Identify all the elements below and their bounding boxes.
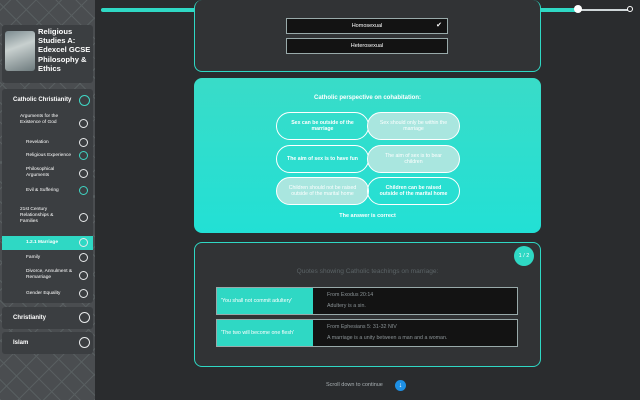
statement-pill[interactable]: Sex can be outside of the marriage bbox=[276, 112, 369, 140]
course-thumbnail bbox=[5, 31, 35, 71]
progress-circle-icon bbox=[79, 169, 88, 178]
cohabitation-panel: Catholic perspective on cohabitation: Se… bbox=[194, 78, 541, 233]
progress-circle-icon bbox=[79, 119, 88, 128]
section-islam[interactable]: Islam bbox=[2, 332, 93, 354]
progress-circle-icon bbox=[79, 151, 88, 160]
statement-pill[interactable]: Sex should only be within the marriage bbox=[367, 112, 460, 140]
progress-circle-icon bbox=[79, 238, 88, 247]
progress-end-icon bbox=[627, 6, 633, 12]
progress-circle-icon bbox=[79, 253, 88, 262]
progress-circle-icon bbox=[79, 95, 90, 106]
quote-source: From Ephesians 5: 31-32 NIV bbox=[327, 324, 397, 330]
sidebar-item-divorce[interactable]: Divorce, Annulment & Remarriage bbox=[2, 269, 93, 285]
sidebar-item-family[interactable]: Family bbox=[2, 252, 93, 266]
statement-pill[interactable]: The aim of sex is to bear children bbox=[367, 145, 460, 173]
statement-pill[interactable]: Children should not be raised outside of… bbox=[276, 177, 369, 205]
sidebar-item-revelation[interactable]: Revelation bbox=[2, 138, 93, 152]
course-header[interactable]: Religious Studies A: Edexcel GCSE Philos… bbox=[2, 25, 93, 83]
answer-options-panel: Homosexual ✔ Heterosexual bbox=[194, 0, 541, 72]
option-label: Homosexual bbox=[351, 23, 383, 29]
progress-knob[interactable] bbox=[574, 5, 582, 13]
section-christianity[interactable]: Christianity bbox=[2, 307, 93, 329]
quote-text: 'You shall not commit adultery' bbox=[217, 288, 313, 314]
sidebar-item-gender-equality[interactable]: Gender Equality bbox=[2, 289, 93, 301]
page-indicator: 1 / 2 bbox=[514, 246, 534, 266]
quotes-title: Quotes showing Catholic teachings on mar… bbox=[296, 268, 439, 275]
option-homosexual[interactable]: Homosexual ✔ bbox=[286, 18, 448, 34]
cohabitation-title: Catholic perspective on cohabitation: bbox=[313, 95, 421, 101]
sidebar-item-marriage[interactable]: 1.2.1 Marriage bbox=[2, 236, 93, 250]
sidebar-item-relationships[interactable]: 21st Century Relationships & Families bbox=[2, 207, 93, 233]
scroll-hint: Scroll down to continue bbox=[326, 382, 383, 388]
statement-pill[interactable]: Children can be raised outside of the ma… bbox=[367, 177, 460, 205]
option-heterosexual[interactable]: Heterosexual bbox=[286, 38, 448, 54]
statement-pill[interactable]: The aim of sex is to have fun bbox=[276, 145, 369, 173]
option-label: Heterosexual bbox=[350, 43, 384, 49]
sidebar-item-arguments[interactable]: Arguments for the Existence of God bbox=[2, 114, 93, 136]
sidebar-item-religious-experience[interactable]: Religious Experience bbox=[2, 151, 93, 165]
quote-card[interactable]: 'The two will become one flesh' From Eph… bbox=[216, 319, 518, 347]
quote-explanation: Adultery is a sin. bbox=[327, 303, 366, 309]
section-catholic-christianity[interactable]: Catholic Christianity Arguments for the … bbox=[2, 89, 93, 303]
quote-source: From Exodus 20:14 bbox=[327, 292, 374, 298]
answer-feedback: The answer is correct bbox=[339, 213, 396, 219]
progress-circle-icon bbox=[79, 312, 90, 323]
progress-circle-icon bbox=[79, 271, 88, 280]
progress-circle-icon bbox=[79, 337, 90, 348]
sidebar-item-philosophical-arguments[interactable]: Philosophical Arguments bbox=[2, 167, 93, 183]
scroll-down-icon[interactable]: ↓ bbox=[395, 380, 406, 391]
footer-bar: Scroll down to continue ↓ bbox=[95, 372, 640, 400]
quote-explanation: A marriage is a unity between a man and … bbox=[327, 335, 448, 341]
check-icon: ✔ bbox=[436, 22, 442, 29]
progress-circle-icon bbox=[79, 186, 88, 195]
progress-circle-icon bbox=[79, 138, 88, 147]
progress-circle-icon bbox=[79, 289, 88, 298]
sidebar: Religious Studies A: Edexcel GCSE Philos… bbox=[0, 0, 95, 400]
course-title: Religious Studies A: Edexcel GCSE Philos… bbox=[38, 27, 91, 73]
quote-text: 'The two will become one flesh' bbox=[217, 320, 313, 346]
quotes-panel: 1 / 2 Quotes showing Catholic teachings … bbox=[194, 242, 541, 367]
sidebar-item-evil-suffering[interactable]: Evil & Suffering bbox=[2, 186, 93, 200]
quote-card[interactable]: 'You shall not commit adultery' From Exo… bbox=[216, 287, 518, 315]
progress-circle-icon bbox=[79, 213, 88, 222]
